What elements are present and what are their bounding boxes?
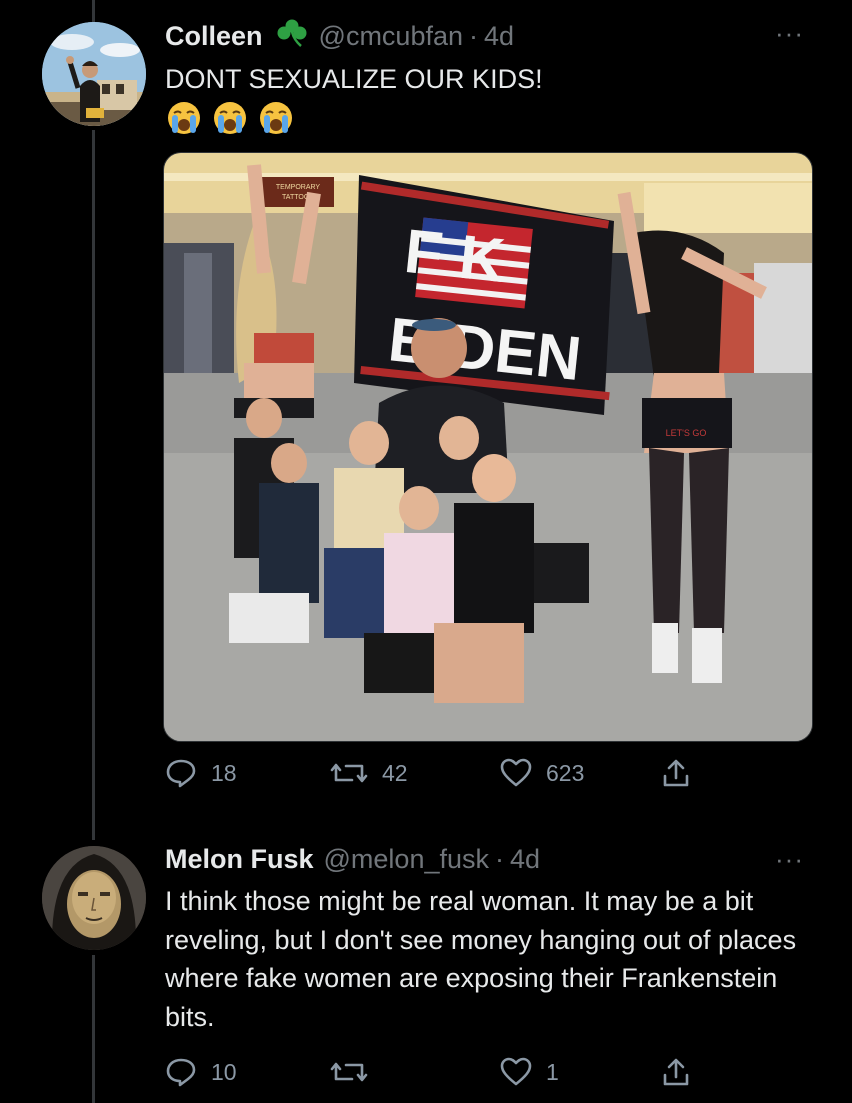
- emoji-row: [165, 100, 295, 141]
- flag-text-top: F K: [401, 217, 508, 296]
- tweet-header: Melon Fusk @melon_fusk · 4d: [165, 844, 540, 875]
- share-button[interactable]: [662, 1057, 690, 1087]
- separator-dot: ·: [495, 844, 504, 874]
- more-options-button[interactable]: ···: [775, 18, 804, 49]
- shamrock-icon: [275, 18, 309, 55]
- photo-scene: TEMPORARY TATTOOS F K BIDEN LET'S GO: [164, 153, 812, 741]
- retweet-icon: [330, 758, 368, 788]
- share-icon: [662, 758, 690, 788]
- tweet-text: DONT SEXUALIZE OUR KIDS!: [165, 64, 543, 94]
- avatar-melon-fusk-image: [42, 846, 146, 950]
- retweet-button[interactable]: 42: [330, 758, 408, 788]
- like-count: 623: [546, 759, 585, 786]
- action-bar: 10 1: [165, 1057, 695, 1089]
- loudly-crying-face-icon: [165, 100, 203, 141]
- more-options-button[interactable]: ···: [775, 844, 804, 875]
- heart-icon: [500, 1057, 532, 1087]
- sign-text-line1: TEMPORARY: [276, 184, 321, 191]
- avatar-melon-fusk[interactable]: [42, 846, 146, 950]
- reply-icon: [165, 758, 197, 788]
- reply-button[interactable]: 18: [165, 758, 237, 788]
- tweet-melon-fusk[interactable]: Melon Fusk @melon_fusk · 4d ··· I think …: [0, 830, 852, 1103]
- heart-icon: [500, 758, 532, 788]
- timestamp[interactable]: 4d: [484, 21, 514, 52]
- action-bar: 18 42 623: [165, 758, 695, 790]
- handle[interactable]: @cmcubfan: [319, 21, 463, 52]
- tweet-text: I think those might be real woman. It ma…: [165, 886, 797, 1032]
- handle[interactable]: @melon_fusk: [324, 844, 489, 875]
- share-icon: [662, 1057, 690, 1087]
- tweet-photo[interactable]: TEMPORARY TATTOOS F K BIDEN LET'S GO: [163, 152, 813, 742]
- retweet-count: 42: [382, 759, 408, 786]
- shorts-text: LET'S GO: [666, 428, 707, 438]
- share-button[interactable]: [662, 758, 690, 788]
- avatar-colleen-image: [42, 22, 146, 126]
- loudly-crying-face-icon: [211, 100, 249, 141]
- display-name[interactable]: Colleen: [165, 21, 263, 52]
- reply-button[interactable]: 10: [165, 1057, 237, 1087]
- tweet-header: Colleen @cmcubfan · 4d: [165, 18, 514, 55]
- retweet-button[interactable]: [330, 1057, 382, 1087]
- reply-icon: [165, 1057, 197, 1087]
- display-name[interactable]: Melon Fusk: [165, 844, 314, 875]
- reply-count: 10: [211, 1058, 237, 1085]
- retweet-icon: [330, 1057, 368, 1087]
- like-button[interactable]: 623: [500, 758, 584, 788]
- like-count: 1: [546, 1058, 559, 1085]
- timestamp[interactable]: 4d: [510, 844, 540, 875]
- like-button[interactable]: 1: [500, 1057, 559, 1087]
- tweet-colleen[interactable]: Colleen @cmcubfan · 4d ··· DONT SEXUALIZ…: [0, 0, 852, 820]
- avatar-colleen[interactable]: [42, 22, 146, 126]
- loudly-crying-face-icon: [257, 100, 295, 141]
- reply-count: 18: [211, 759, 237, 786]
- separator-dot: ·: [469, 21, 478, 51]
